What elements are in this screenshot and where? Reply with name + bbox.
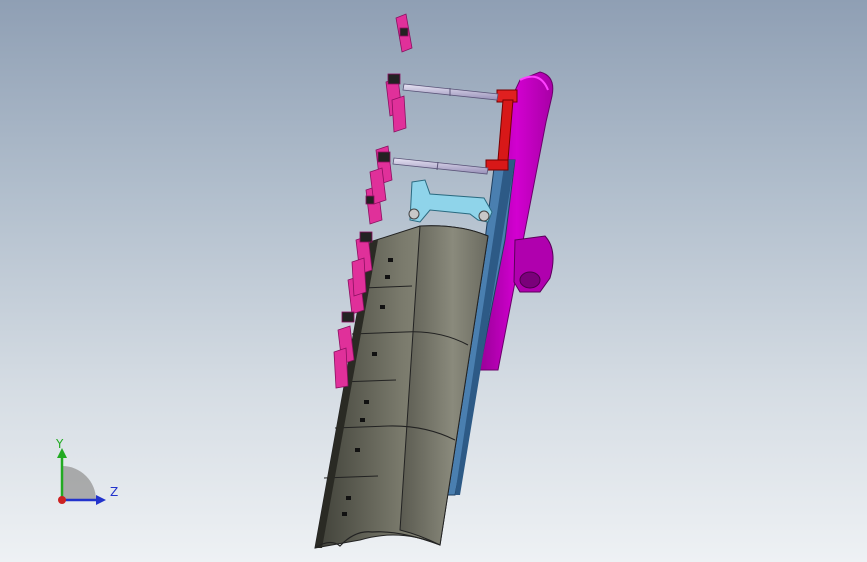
model-render[interactable] — [0, 0, 867, 562]
coordinate-triad: Y Z — [40, 436, 130, 512]
y-axis-label: Y — [55, 437, 64, 451]
x-axis-origin-icon — [58, 496, 66, 504]
z-axis-label: Z — [110, 485, 118, 499]
cad-graphics-viewport[interactable]: Y Z — [0, 0, 867, 562]
bracket-arm[interactable] — [408, 179, 493, 223]
triad-plane-icon — [62, 466, 96, 500]
guide-rods[interactable] — [392, 83, 499, 175]
